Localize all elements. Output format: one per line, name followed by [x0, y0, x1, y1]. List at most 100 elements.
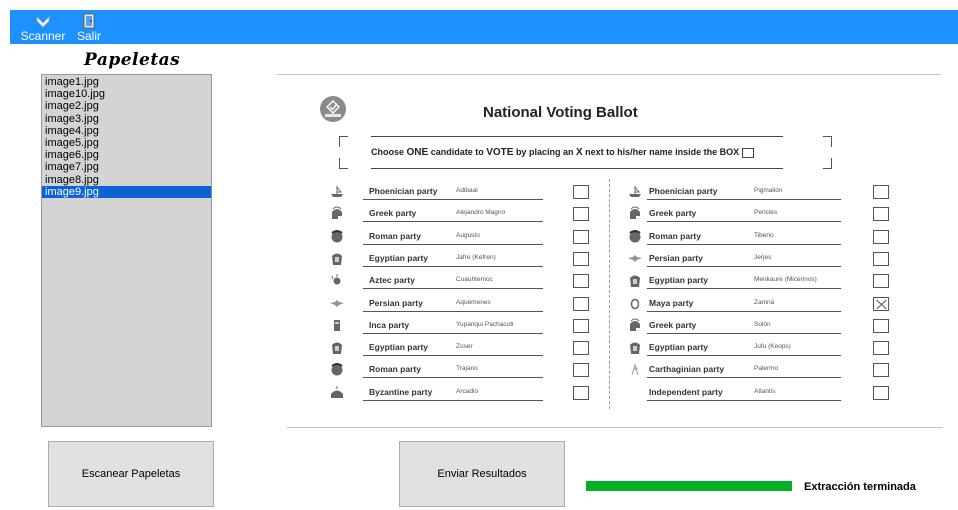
- ballot-row: Egyptian party Jufu (Keops): [627, 338, 897, 358]
- ballot-row: Egyptian party Menkaure (Micerinos): [627, 271, 897, 291]
- divider: [276, 74, 941, 75]
- vote-box: [573, 341, 589, 356]
- candidate-name: Zoser: [456, 343, 473, 351]
- exit-door-icon: [83, 13, 95, 29]
- candidate-underline: [647, 310, 841, 312]
- party-name: Persian party: [369, 297, 423, 308]
- file-list[interactable]: image1.jpg image10.jpg image2.jpg image3.jp…: [41, 74, 212, 427]
- ballot-row: Inca party Yupanqui Pachacuti: [329, 316, 599, 336]
- vote-box: [873, 385, 889, 400]
- file-list-item[interactable]: image2.jpg: [42, 100, 211, 112]
- candidate-underline: [647, 332, 841, 334]
- pharaoh-icon: [332, 342, 342, 355]
- party-name: Greek party: [369, 208, 417, 219]
- scanner-button[interactable]: Scanner: [20, 10, 66, 44]
- candidate-name: Pericles: [754, 209, 778, 217]
- vote-box: [573, 251, 589, 266]
- ballot-row: Egyptian party Jafre (Kefren): [329, 249, 599, 269]
- candidate-underline: [363, 332, 543, 334]
- candidate-underline: [647, 399, 841, 401]
- pharaoh-icon: [630, 342, 640, 355]
- bracket-bottom-left: [339, 158, 348, 169]
- bracket-top-right: [823, 136, 832, 147]
- file-list-item[interactable]: image9.jpg: [42, 185, 211, 199]
- party-name: Maya party: [649, 297, 694, 308]
- party-name: Persian party: [649, 252, 703, 263]
- ship-icon: [629, 186, 641, 197]
- progress-bar-fill: [586, 481, 792, 491]
- candidate-underline: [363, 243, 543, 245]
- candidate-name: Aquemenes: [456, 298, 491, 306]
- file-list-item[interactable]: image8.jpg: [42, 174, 211, 186]
- salir-button[interactable]: Salir: [76, 10, 102, 44]
- ballot-row: Roman party Trajano: [329, 360, 599, 380]
- candidate-underline: [647, 221, 841, 223]
- greek-helmet-icon: [630, 318, 640, 331]
- carthaginian-figure-icon: [631, 363, 639, 376]
- vote-box: [873, 251, 889, 266]
- ballot-row: Aztec party Cuauhtemoc: [329, 271, 599, 291]
- party-name: Byzantine party: [369, 386, 433, 397]
- candidate-name: Trajano: [456, 365, 478, 373]
- aztec-head-icon: [331, 274, 341, 285]
- ballot-row: Byzantine party Arcadio: [329, 383, 599, 403]
- vote-box: [573, 185, 589, 199]
- candidate-name: Jufu (Keops): [754, 343, 791, 351]
- candidate-name: Palermo: [754, 365, 779, 373]
- file-list-item[interactable]: image1.jpg: [42, 76, 211, 88]
- pharaoh-icon: [630, 275, 640, 288]
- candidate-underline: [363, 355, 543, 357]
- greek-helmet-icon: [332, 206, 342, 220]
- candidate-underline: [363, 377, 543, 379]
- salir-label: Salir: [76, 29, 101, 43]
- file-list-item[interactable]: image10.jpg: [42, 88, 211, 100]
- pharaoh-icon: [332, 253, 342, 265]
- party-name: Greek party: [649, 319, 697, 330]
- greek-helmet-icon: [630, 206, 640, 220]
- file-list-item[interactable]: image5.jpg: [42, 137, 211, 149]
- candidate-name: Augusto: [456, 231, 480, 239]
- file-list-item[interactable]: image6.jpg: [42, 149, 211, 161]
- candidate-underline: [647, 199, 841, 200]
- candidate-underline: [647, 243, 841, 245]
- ballot-instruction: Choose ONE candidate to VOTE by placing …: [371, 147, 755, 158]
- papeletas-title: Papeletas: [84, 50, 181, 70]
- faravahar-icon: [628, 254, 642, 262]
- ballot-preview: National Voting Ballot Choose ONE candid…: [287, 86, 943, 428]
- progress-bar: [586, 481, 792, 491]
- file-list-item[interactable]: image3.jpg: [42, 113, 211, 125]
- party-name: Inca party: [369, 319, 410, 330]
- file-list-item[interactable]: image7.jpg: [42, 161, 211, 173]
- vote-box: [873, 229, 889, 244]
- candidate-name: Pigmalión: [754, 187, 783, 194]
- send-results-button[interactable]: Enviar Resultados: [399, 441, 565, 507]
- candidate-underline: [363, 288, 543, 290]
- scan-ballots-button[interactable]: Escanear Papeletas: [48, 441, 214, 507]
- party-name: Roman party: [369, 230, 421, 241]
- scanner-label: Scanner: [20, 29, 66, 43]
- ballot-row: Phoenician party Adibaal: [329, 182, 599, 202]
- candidate-underline: [363, 310, 543, 312]
- file-list-item[interactable]: image4.jpg: [42, 125, 211, 137]
- inca-statue-icon: [334, 319, 340, 331]
- party-name: Phoenician party: [649, 186, 718, 196]
- bracket-bottom-right: [823, 158, 832, 169]
- party-name: Phoenician party: [369, 186, 438, 196]
- ballot-row: Maya party Zamná: [627, 294, 897, 314]
- vote-box-checked: [873, 296, 889, 311]
- candidate-underline: [647, 288, 841, 290]
- vote-box: [573, 229, 589, 244]
- vote-box: [573, 207, 589, 222]
- vote-box: [573, 296, 589, 311]
- ballot-row: Persian party Aquemenes: [329, 294, 599, 314]
- status-text: Extracción terminada: [804, 481, 916, 493]
- party-name: Egyptian party: [649, 342, 709, 353]
- candidate-name: Menkaure (Micerinos): [754, 276, 817, 284]
- candidate-underline: [647, 377, 841, 379]
- maya-head-icon: [630, 298, 640, 309]
- candidate-name: Adibaal: [456, 187, 478, 194]
- candidate-name: Tiberio: [754, 231, 774, 239]
- ballot-row: Carthaginian party Palermo: [627, 360, 897, 380]
- candidate-underline: [363, 221, 543, 223]
- ballot-row: Greek party Solón: [627, 316, 897, 336]
